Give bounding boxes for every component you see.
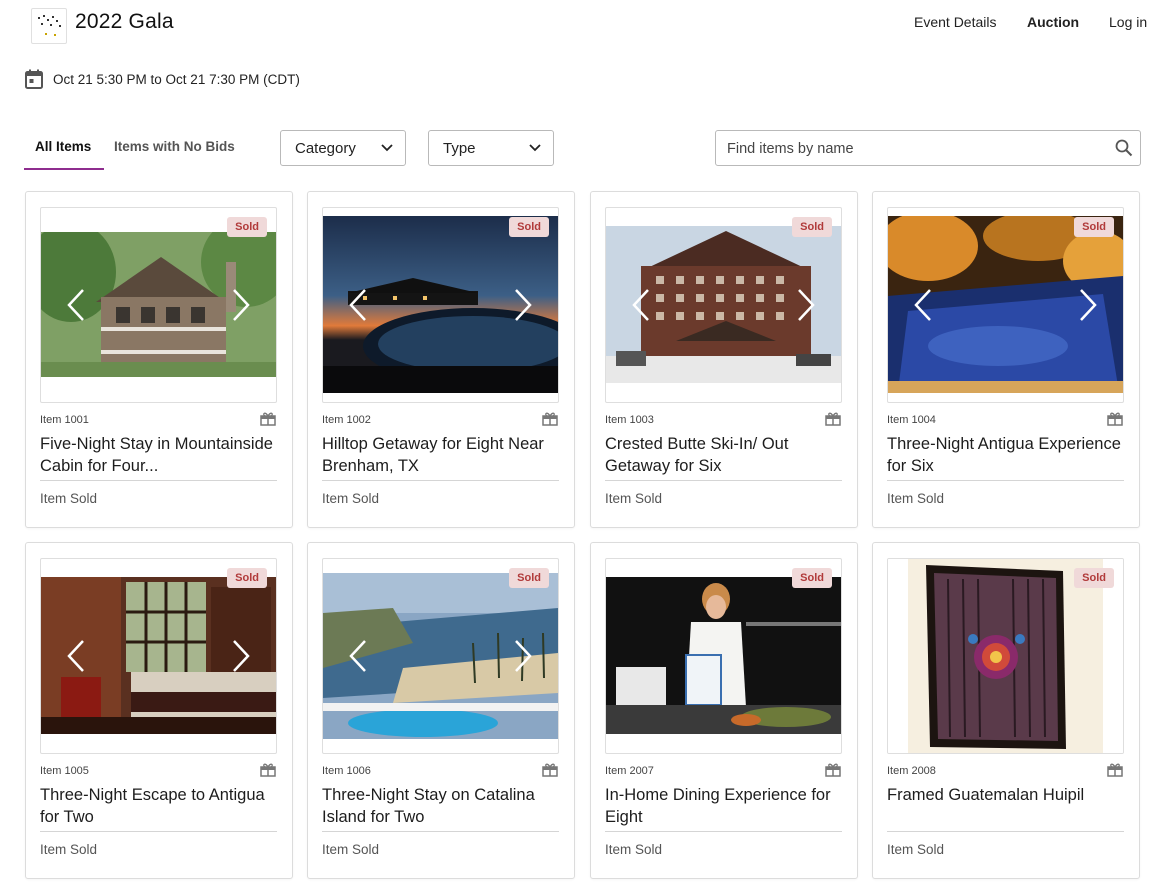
nav-log-in[interactable]: Log in (1109, 14, 1147, 30)
carousel-next-icon[interactable] (512, 639, 534, 673)
auction-item-card[interactable]: Sold Item 1001 Five-Night Stay in Mounta… (25, 191, 293, 528)
item-status: Item Sold (605, 842, 663, 857)
auction-item-card[interactable]: Sold Item 1006 Three-Night Stay on Catal… (307, 542, 575, 879)
item-image-carousel[interactable]: Sold (605, 207, 842, 403)
item-name[interactable]: In-Home Dining Experience for Eight (605, 784, 845, 828)
carousel-next-icon[interactable] (512, 288, 534, 322)
nav-auction[interactable]: Auction (1027, 14, 1079, 30)
auction-item-card[interactable]: Sold Item 2008 Framed Guatemalan Huipil … (872, 542, 1140, 879)
app-header: 2022 Gala Event Details Auction Log in (0, 0, 1160, 46)
search-box (715, 130, 1141, 166)
item-name[interactable]: Five-Night Stay in Mountainside Cabin fo… (40, 433, 280, 477)
carousel-prev-icon[interactable] (65, 639, 87, 673)
gift-icon (260, 763, 276, 777)
event-date-row: Oct 21 5:30 PM to Oct 21 7:30 PM (CDT) (25, 68, 300, 90)
item-status: Item Sold (322, 491, 380, 506)
item-number: Item 1003 (605, 414, 654, 426)
item-image-carousel[interactable]: Sold (322, 558, 559, 754)
gift-icon (542, 763, 558, 777)
item-image-carousel[interactable]: Sold (40, 558, 277, 754)
item-image-carousel[interactable]: Sold (605, 558, 842, 754)
gift-icon (1107, 763, 1123, 777)
type-dropdown-label: Type (443, 139, 476, 157)
item-image-carousel[interactable]: Sold (887, 207, 1124, 403)
carousel-prev-icon[interactable] (347, 288, 369, 322)
tab-all-items[interactable]: All Items (35, 139, 91, 154)
card-divider (887, 831, 1124, 832)
item-status: Item Sold (605, 491, 663, 506)
category-dropdown[interactable]: Category (280, 130, 406, 166)
item-name[interactable]: Three-Night Escape to Antigua for Two (40, 784, 280, 828)
chevron-down-icon (529, 144, 541, 152)
sold-badge: Sold (792, 217, 832, 237)
item-status: Item Sold (40, 842, 98, 857)
gift-icon (825, 412, 841, 426)
item-number: Item 2007 (605, 765, 654, 777)
carousel-next-icon[interactable] (795, 288, 817, 322)
gift-icon (1107, 412, 1123, 426)
tab-items-no-bids[interactable]: Items with No Bids (114, 139, 235, 154)
auction-item-card[interactable]: Sold Item 1005 Three-Night Escape to Ant… (25, 542, 293, 879)
auction-item-card[interactable]: Sold Item 1003 Crested Butte Ski-In/ Out… (590, 191, 858, 528)
gift-icon (260, 412, 276, 426)
item-status: Item Sold (40, 491, 98, 506)
search-icon[interactable] (1115, 139, 1133, 157)
item-status: Item Sold (887, 842, 945, 857)
item-photo (606, 577, 841, 734)
card-divider (322, 480, 559, 481)
sold-badge: Sold (509, 217, 549, 237)
item-number: Item 1001 (40, 414, 89, 426)
sold-badge: Sold (792, 568, 832, 588)
item-name[interactable]: Framed Guatemalan Huipil (887, 784, 1127, 828)
sold-badge: Sold (227, 568, 267, 588)
item-name[interactable]: Crested Butte Ski-In/ Out Getaway for Si… (605, 433, 845, 477)
item-number: Item 2008 (887, 765, 936, 777)
card-divider (605, 831, 842, 832)
carousel-prev-icon[interactable] (912, 288, 934, 322)
item-image-carousel[interactable]: Sold (887, 558, 1124, 754)
calendar-icon (25, 69, 43, 89)
auction-item-card[interactable]: Sold Item 2007 In-Home Dining Experience… (590, 542, 858, 879)
item-image-carousel[interactable]: Sold (40, 207, 277, 403)
item-number: Item 1002 (322, 414, 371, 426)
card-divider (887, 480, 1124, 481)
carousel-prev-icon[interactable] (65, 288, 87, 322)
sold-badge: Sold (227, 217, 267, 237)
card-divider (322, 831, 559, 832)
page-title: 2022 Gala (75, 10, 174, 33)
event-date-range: Oct 21 5:30 PM to Oct 21 7:30 PM (CDT) (53, 71, 300, 87)
chevron-down-icon (381, 144, 393, 152)
auction-item-card[interactable]: Sold Item 1002 Hilltop Getaway for Eight… (307, 191, 575, 528)
item-name[interactable]: Hilltop Getaway for Eight Near Brenham, … (322, 433, 562, 477)
item-status: Item Sold (322, 842, 380, 857)
card-divider (605, 480, 842, 481)
sold-badge: Sold (509, 568, 549, 588)
auction-item-card[interactable]: Sold Item 1004 Three-Night Antigua Exper… (872, 191, 1140, 528)
item-status: Item Sold (887, 491, 945, 506)
nav-event-details[interactable]: Event Details (914, 14, 996, 30)
active-tab-indicator (24, 168, 104, 170)
card-divider (40, 480, 277, 481)
type-dropdown[interactable]: Type (428, 130, 554, 166)
gift-icon (542, 412, 558, 426)
search-input[interactable] (727, 138, 1107, 160)
carousel-prev-icon[interactable] (347, 639, 369, 673)
item-number: Item 1005 (40, 765, 89, 777)
sold-badge: Sold (1074, 217, 1114, 237)
item-name[interactable]: Three-Night Antigua Experience for Six (887, 433, 1127, 477)
carousel-next-icon[interactable] (230, 639, 252, 673)
carousel-next-icon[interactable] (1077, 288, 1099, 322)
item-number: Item 1006 (322, 765, 371, 777)
item-image-carousel[interactable]: Sold (322, 207, 559, 403)
item-photo (888, 559, 1123, 753)
item-name[interactable]: Three-Night Stay on Catalina Island for … (322, 784, 562, 828)
card-divider (40, 831, 277, 832)
carousel-prev-icon[interactable] (630, 288, 652, 322)
carousel-next-icon[interactable] (230, 288, 252, 322)
sold-badge: Sold (1074, 568, 1114, 588)
event-logo[interactable] (31, 8, 67, 44)
category-dropdown-label: Category (295, 139, 356, 157)
item-number: Item 1004 (887, 414, 936, 426)
gift-icon (825, 763, 841, 777)
